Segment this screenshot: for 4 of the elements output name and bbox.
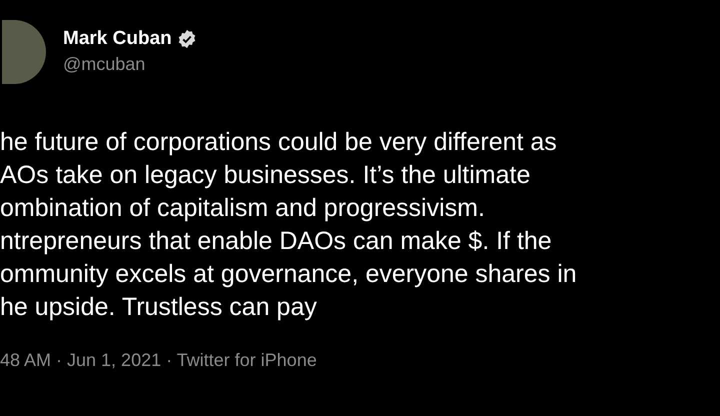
author-name[interactable]: Mark Cuban (63, 27, 172, 51)
tweet-timestamp: 48 AM · Jun 1, 2021 · Twitter for iPhone (0, 349, 317, 372)
author-handle[interactable]: @mcuban (63, 51, 197, 77)
tweet-text: he future of corporations could be very different as AOs take on legacy businesses. It’s the ultimate ombination of capitalism and progressivism. ntrepreneurs that enable DAOs can make $. If the ommunity excels at governance, everyone shares in he upside. Trustless can pay (0, 127, 577, 323)
